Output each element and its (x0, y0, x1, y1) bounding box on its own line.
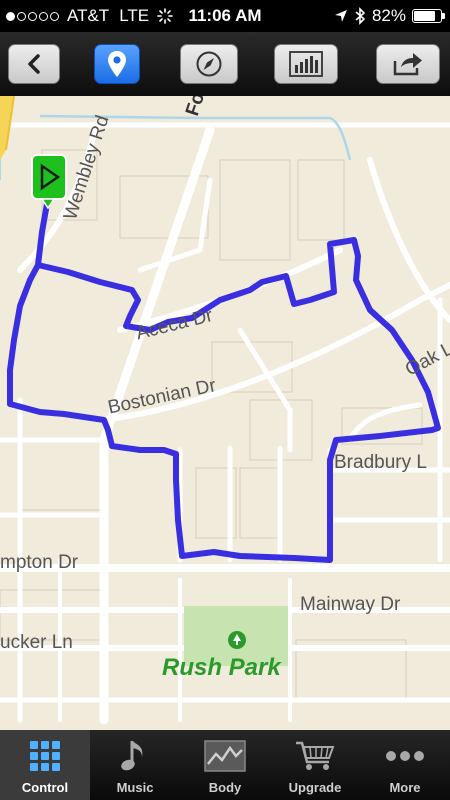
map-view[interactable]: Fo Wembley Rd Aceca Dr Bostonian Dr Oak … (0, 96, 450, 730)
street-label-mainway: Mainway Dr (300, 594, 401, 615)
back-button[interactable] (8, 44, 60, 84)
status-right: 82% (334, 6, 445, 26)
tab-more-label: More (389, 780, 421, 795)
more-dots-icon (386, 751, 424, 761)
map-button[interactable] (94, 44, 140, 84)
share-icon (393, 53, 422, 76)
park-label: Rush Park (162, 654, 281, 681)
compass-icon (196, 51, 222, 77)
battery-icon (412, 9, 445, 23)
share-button[interactable] (376, 44, 440, 84)
compass-button[interactable] (180, 44, 238, 84)
tab-bar: Control Music Body Upgrade More (0, 730, 450, 800)
bluetooth-icon (355, 7, 366, 25)
street-label-tucker: ucker Ln (0, 632, 73, 653)
tab-body[interactable]: Body (180, 730, 270, 800)
cart-icon (296, 741, 335, 770)
tab-body-label: Body (208, 780, 242, 795)
tab-upgrade-label: Upgrade (288, 780, 342, 795)
run-route (7, 195, 441, 563)
tab-control-label: Control (21, 780, 69, 795)
tab-control[interactable]: Control (0, 730, 90, 800)
street-label-bradbury: Bradbury L (334, 452, 427, 473)
street-label-hampton: mpton Dr (0, 552, 79, 573)
start-marker[interactable] (31, 154, 67, 210)
bar-chart-icon (289, 51, 323, 77)
status-bar: AT&T LTE 11:06 AM 82% (0, 0, 450, 32)
back-chevron-icon (28, 54, 40, 74)
music-note-icon (121, 741, 143, 771)
map-pin-icon (108, 51, 126, 77)
tab-upgrade[interactable]: Upgrade (270, 730, 360, 800)
grid-icon (30, 741, 60, 771)
toolbar (0, 32, 450, 96)
tab-music[interactable]: Music (90, 730, 180, 800)
tab-music-label: Music (116, 780, 154, 795)
tab-more[interactable]: More (360, 730, 450, 800)
battery-percent: 82% (371, 6, 406, 25)
location-arrow-icon (334, 10, 347, 22)
body-chart-icon (204, 740, 246, 772)
stats-button[interactable] (274, 44, 338, 84)
